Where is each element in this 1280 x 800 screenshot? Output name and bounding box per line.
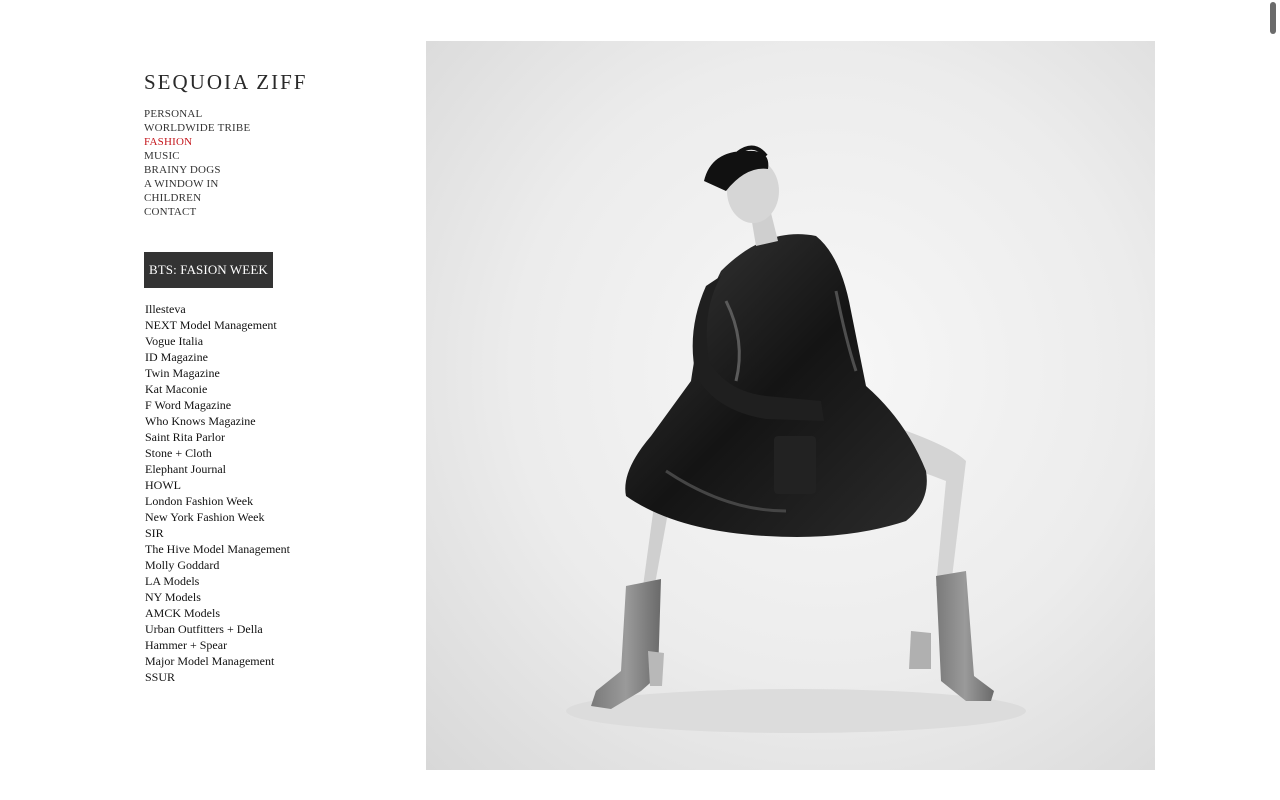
gallery-link-id-magazine[interactable]: ID Magazine	[145, 349, 404, 365]
gallery-link-howl[interactable]: HOWL	[145, 477, 404, 493]
section-badge[interactable]: BTS: FASION WEEK	[144, 252, 273, 288]
nav-item-contact[interactable]: CONTACT	[144, 205, 404, 219]
gallery-link-la-models[interactable]: LA Models	[145, 573, 404, 589]
gallery-nav: Illesteva NEXT Model Management Vogue Ital…	[145, 301, 404, 685]
gallery-link-saint-rita-parlor[interactable]: Saint Rita Parlor	[145, 429, 404, 445]
gallery-link-kat-maconie[interactable]: Kat Maconie	[145, 381, 404, 397]
gallery-link-stone-cloth[interactable]: Stone + Cloth	[145, 445, 404, 461]
gallery-link-london-fashion-week[interactable]: London Fashion Week	[145, 493, 404, 509]
nav-item-brainy-dogs[interactable]: BRAINY DOGS	[144, 163, 404, 177]
nav-item-personal[interactable]: PERSONAL	[144, 107, 404, 121]
left-heel	[648, 651, 664, 686]
gallery-link-urban-outfitters-della[interactable]: Urban Outfitters + Della	[145, 621, 404, 637]
scrollbar[interactable]	[1270, 2, 1276, 34]
nav-item-children[interactable]: CHILDREN	[144, 191, 404, 205]
gallery-link-elephant-journal[interactable]: Elephant Journal	[145, 461, 404, 477]
nav-item-worldwide-tribe[interactable]: WORLDWIDE TRIBE	[144, 121, 404, 135]
fashion-photo[interactable]	[426, 41, 1155, 770]
photo-illustration	[566, 145, 1026, 733]
gallery-link-ny-models[interactable]: NY Models	[145, 589, 404, 605]
gallery-link-major-model-management[interactable]: Major Model Management	[145, 653, 404, 669]
gallery-link-ssur[interactable]: SSUR	[145, 669, 404, 685]
gallery-link-illesteva[interactable]: Illesteva	[145, 301, 404, 317]
gallery-link-vogue-italia[interactable]: Vogue Italia	[145, 333, 404, 349]
right-heel	[909, 631, 931, 669]
nav-item-music[interactable]: MUSIC	[144, 149, 404, 163]
gallery-link-f-word-magazine[interactable]: F Word Magazine	[145, 397, 404, 413]
gallery-link-sir[interactable]: SIR	[145, 525, 404, 541]
right-boot	[936, 571, 994, 701]
coat-belt	[774, 436, 816, 494]
nav-item-a-window-in[interactable]: A WINDOW IN	[144, 177, 404, 191]
nav-item-fashion[interactable]: FASHION	[144, 135, 404, 149]
sidebar: SEQUOIA ZIFF PERSONAL WORLDWIDE TRIBE FASH…	[144, 70, 404, 685]
gallery-link-hammer-spear[interactable]: Hammer + Spear	[145, 637, 404, 653]
gallery-link-the-hive-model-management[interactable]: The Hive Model Management	[145, 541, 404, 557]
gallery-link-molly-goddard[interactable]: Molly Goddard	[145, 557, 404, 573]
left-boot	[591, 579, 661, 709]
gallery-link-who-knows-magazine[interactable]: Who Knows Magazine	[145, 413, 404, 429]
gallery-link-amck-models[interactable]: AMCK Models	[145, 605, 404, 621]
gallery-link-next-model-management[interactable]: NEXT Model Management	[145, 317, 404, 333]
main-nav: PERSONAL WORLDWIDE TRIBE FASHION MUSIC BRAIN…	[144, 107, 404, 219]
floor-shadow	[566, 689, 1026, 733]
site-title[interactable]: SEQUOIA ZIFF	[144, 70, 404, 94]
gallery-link-new-york-fashion-week[interactable]: New York Fashion Week	[145, 509, 404, 525]
gallery-link-twin-magazine[interactable]: Twin Magazine	[145, 365, 404, 381]
